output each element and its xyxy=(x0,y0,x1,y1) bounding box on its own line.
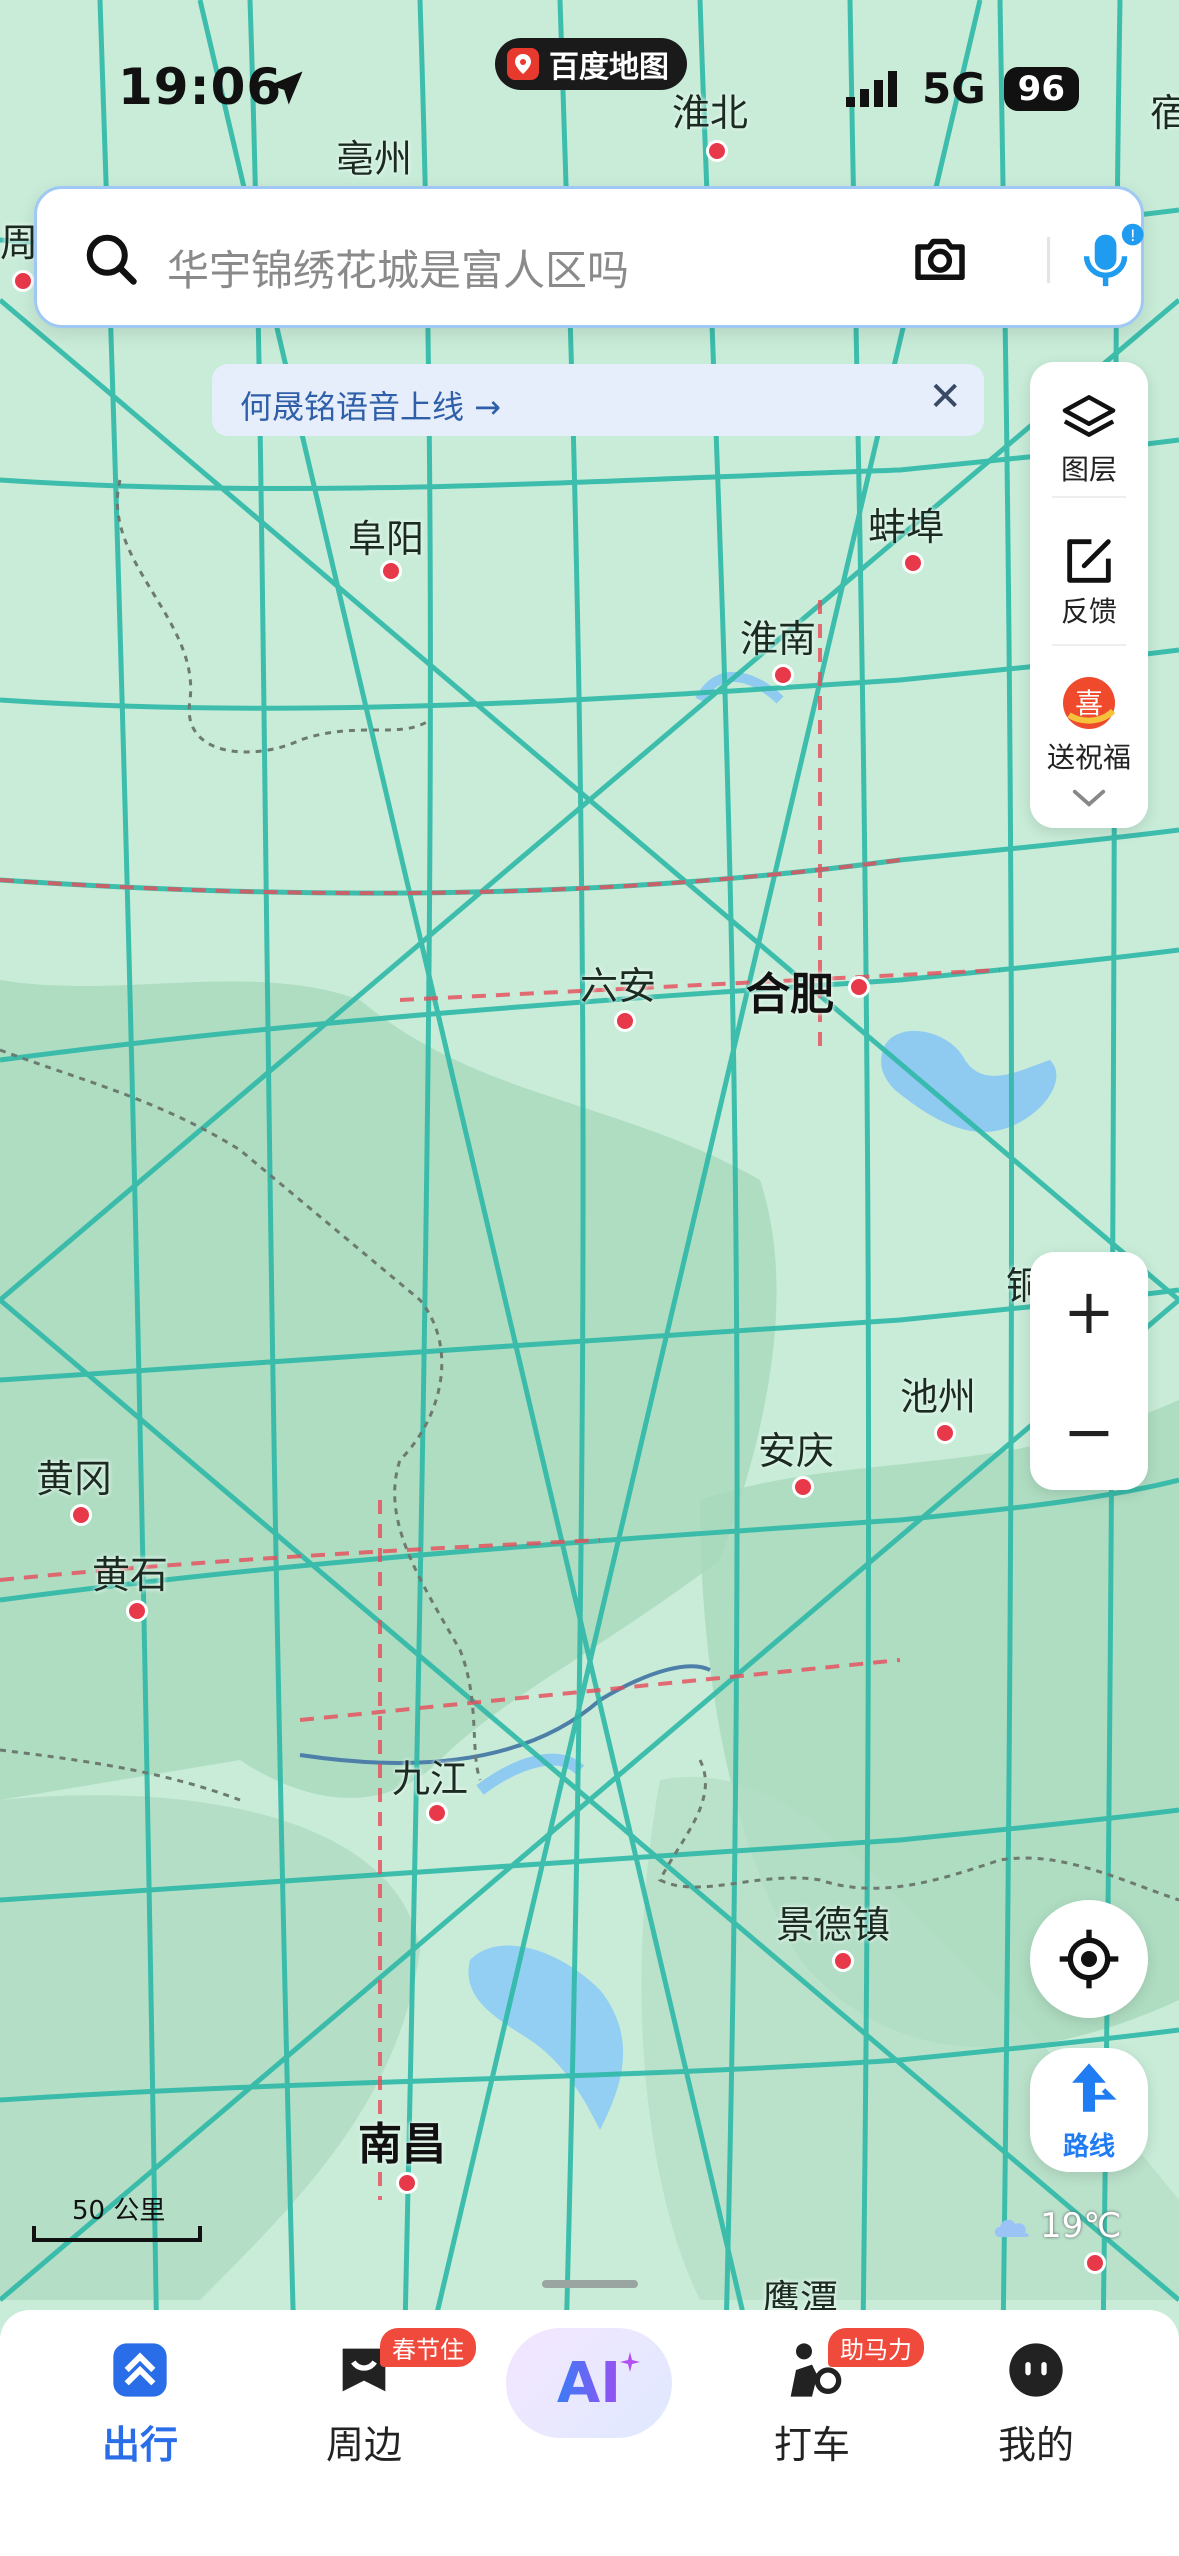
microphone-icon[interactable]: ! xyxy=(1073,221,1149,297)
camera-icon[interactable] xyxy=(907,225,973,291)
app-pill-label: 百度地图 xyxy=(549,50,669,85)
zoom-out-button[interactable]: − xyxy=(1030,1372,1148,1490)
travel-icon xyxy=(113,2343,167,2397)
profile-icon xyxy=(1009,2343,1063,2397)
city-label-huaibei[interactable]: 淮北 xyxy=(672,82,748,137)
drawer-handle[interactable] xyxy=(542,2280,638,2288)
baidu-maps-logo-icon xyxy=(507,48,539,80)
city-label-anqing[interactable]: 安庆 xyxy=(758,1420,834,1475)
route-label: 路线 xyxy=(1062,2132,1115,2162)
route-arrow-icon xyxy=(1072,2063,1117,2112)
city-label-bozhou[interactable]: 亳州 xyxy=(336,128,412,183)
layers-button[interactable]: 图层 xyxy=(1030,390,1148,488)
map-scale-bar xyxy=(32,2226,202,2242)
city-label-zhou[interactable]: 周 xyxy=(0,212,38,267)
city-dot xyxy=(1084,2252,1106,2274)
city-label-nanchang[interactable]: 南昌 xyxy=(358,2108,446,2172)
feedback-edit-icon xyxy=(1067,539,1111,583)
layers-icon xyxy=(1062,395,1116,437)
nav-taxi[interactable]: 打车 助马力 xyxy=(722,2328,924,2469)
city-dot xyxy=(934,1422,956,1444)
zoom-in-button[interactable]: + xyxy=(1030,1252,1148,1370)
city-label-huainan[interactable]: 淮南 xyxy=(740,608,816,663)
location-arrow-icon xyxy=(269,71,303,105)
map-scale-label: 50 公里 xyxy=(72,2196,166,2226)
notice-banner[interactable]: 何晟铭语音上线 → ✕ xyxy=(212,364,984,436)
weather-widget[interactable]: 19℃ xyxy=(990,2206,1121,2246)
city-label-fuyang[interactable]: 阜阳 xyxy=(348,508,424,563)
status-right: 5G 96 xyxy=(844,64,1079,113)
city-dot xyxy=(832,1950,854,1972)
nav-taxi-label: 打车 xyxy=(773,2423,850,2467)
blessing-promo-icon: 喜 xyxy=(1063,677,1116,729)
app-pill[interactable]: 百度地图 xyxy=(495,38,687,90)
city-label-su[interactable]: 宿 xyxy=(1150,82,1179,137)
nav-nearby-label: 周边 xyxy=(325,2423,402,2467)
city-dot xyxy=(772,664,794,686)
nav-mine[interactable]: 我的 xyxy=(946,2338,1126,2469)
nav-travel-label: 出行 xyxy=(101,2423,178,2467)
promo-label: 送祝福 xyxy=(1046,741,1131,774)
city-label-huangshi[interactable]: 黄石 xyxy=(92,1544,168,1599)
svg-text:!: ! xyxy=(1129,226,1136,245)
notice-text[interactable]: 何晟铭语音上线 → xyxy=(240,382,501,428)
network-type: 5G xyxy=(921,64,986,113)
city-label-hefei[interactable]: 合肥 xyxy=(746,958,834,1022)
city-dot xyxy=(426,1802,448,1824)
crosshair-icon xyxy=(1059,1929,1119,1989)
city-dot xyxy=(792,1476,814,1498)
svg-text:喜: 喜 xyxy=(1075,687,1103,720)
status-time: 19:06 xyxy=(118,58,283,116)
city-dot xyxy=(70,1504,92,1526)
search-icon xyxy=(86,234,137,285)
chevron-down-icon[interactable] xyxy=(1070,786,1108,810)
feedback-button[interactable]: 反馈 xyxy=(1030,532,1148,630)
search-divider xyxy=(1047,237,1050,283)
city-dot xyxy=(902,552,924,574)
search-bar[interactable]: 华宇锦绣花城是富人区吗 ! xyxy=(34,186,1144,328)
nav-nearby-badge: 春节住 xyxy=(380,2328,476,2367)
zoom-control: + − xyxy=(1030,1252,1148,1490)
feedback-label: 反馈 xyxy=(1060,595,1117,628)
promo-button[interactable]: 喜 送祝福 xyxy=(1030,670,1148,776)
nav-travel[interactable]: 出行 xyxy=(50,2338,230,2469)
close-icon[interactable]: ✕ xyxy=(928,374,962,420)
city-dot xyxy=(614,1010,636,1032)
city-label-jiujiang[interactable]: 九江 xyxy=(392,1748,468,1803)
search-input[interactable]: 华宇锦绣花城是富人区吗 xyxy=(167,237,629,298)
city-label-chizhou[interactable]: 池州 xyxy=(900,1366,976,1421)
ai-assistant-button[interactable]: AI xyxy=(506,2328,672,2438)
nav-mine-label: 我的 xyxy=(997,2423,1074,2467)
route-button[interactable]: 路线 xyxy=(1030,2048,1148,2172)
city-label-luan[interactable]: 六安 xyxy=(580,955,656,1010)
sparkle-icon xyxy=(620,2352,640,2372)
layers-label: 图层 xyxy=(1060,453,1117,486)
nav-nearby[interactable]: 周边 春节住 xyxy=(274,2328,476,2469)
signal-icon xyxy=(845,70,897,107)
side-toolbar: 图层 反馈 喜 送祝福 xyxy=(1030,362,1148,828)
ai-label: AI xyxy=(556,2350,622,2416)
city-label-huanggang[interactable]: 黄冈 xyxy=(36,1448,112,1503)
city-dot xyxy=(706,140,728,162)
city-dot xyxy=(848,976,870,998)
city-label-jingdezhen[interactable]: 景德镇 xyxy=(776,1894,890,1949)
battery-level: 96 xyxy=(1003,66,1079,111)
locate-button[interactable] xyxy=(1030,1900,1148,2018)
city-dot xyxy=(380,560,402,582)
city-dot xyxy=(396,2172,418,2194)
city-dot xyxy=(12,270,34,292)
city-label-bengbu[interactable]: 蚌埠 xyxy=(868,496,944,551)
cloud-icon xyxy=(994,2219,1029,2237)
city-dot xyxy=(126,1600,148,1622)
side-divider xyxy=(1052,496,1126,498)
nav-taxi-badge: 助马力 xyxy=(828,2328,924,2367)
side-divider xyxy=(1052,644,1126,646)
weather-temp: 19℃ xyxy=(1040,2206,1122,2246)
